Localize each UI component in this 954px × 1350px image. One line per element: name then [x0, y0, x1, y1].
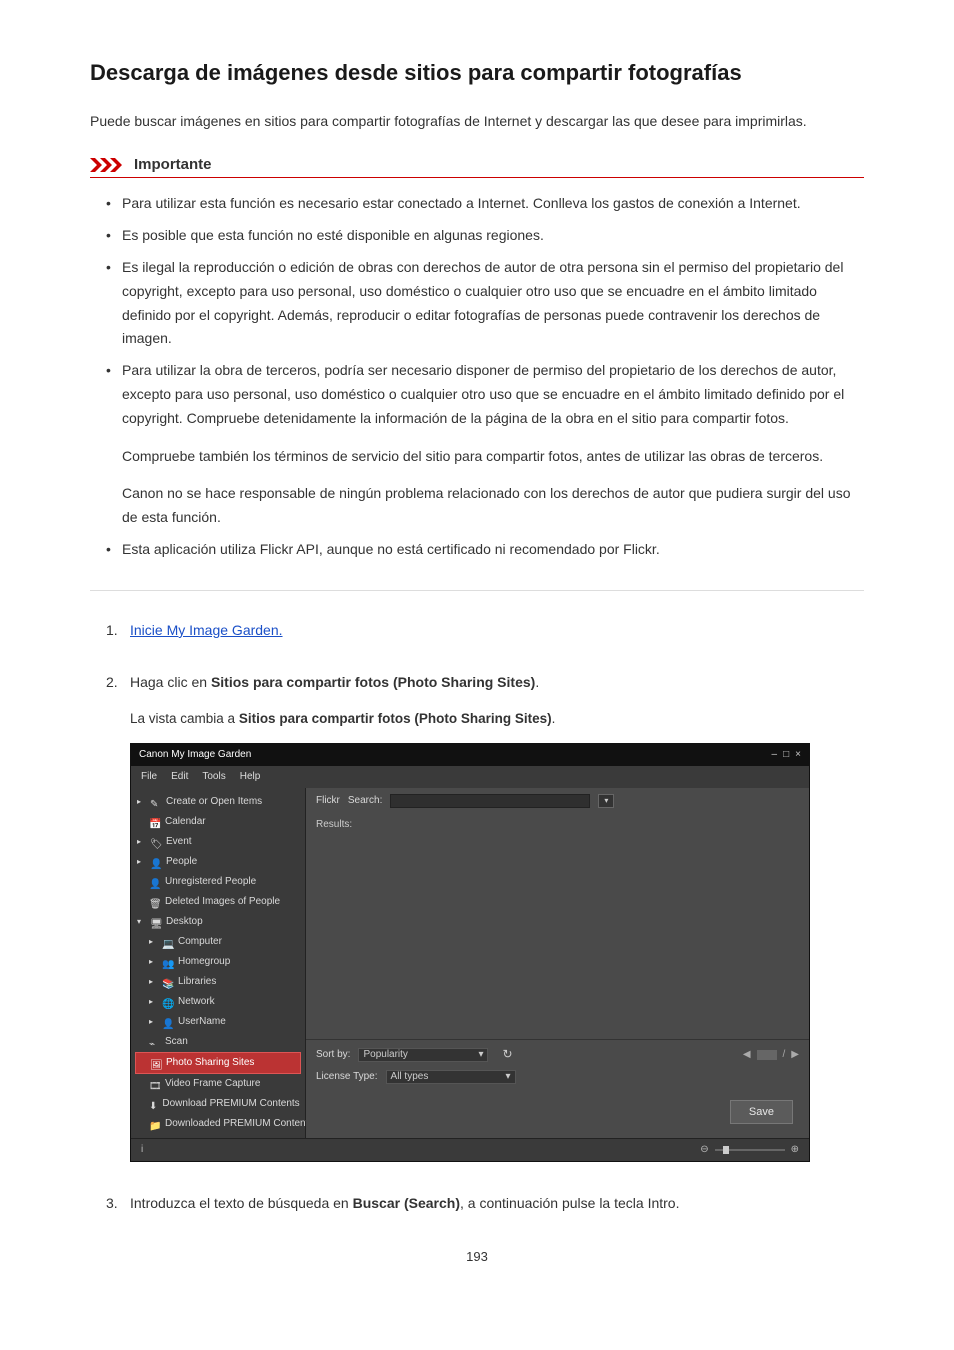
- event-icon: 🏷: [150, 837, 161, 848]
- sort-by-label: Sort by:: [316, 1047, 350, 1063]
- results-area: [306, 836, 809, 1039]
- important-subpara: Compruebe también los términos de servic…: [122, 445, 864, 469]
- sort-by-select[interactable]: Popularity▾: [358, 1048, 488, 1062]
- important-item: Para utilizar la obra de terceros, podrí…: [106, 359, 864, 530]
- intro-paragraph: Puede buscar imágenes en sitios para com…: [90, 110, 864, 132]
- tree-scan[interactable]: ⌁Scan: [131, 1032, 305, 1052]
- maximize-icon[interactable]: □: [783, 747, 789, 763]
- tree-homegroup[interactable]: ▸👥Homegroup: [131, 952, 305, 972]
- important-label: Importante: [134, 156, 212, 173]
- page-title: Descarga de imágenes desde sitios para c…: [90, 60, 864, 86]
- tree-computer[interactable]: ▸💻Computer: [131, 932, 305, 952]
- refresh-icon[interactable]: ↻: [502, 1045, 512, 1064]
- chevrons-icon: [90, 158, 126, 172]
- network-icon: 🌐: [162, 997, 173, 1008]
- download-icon: ⬇: [149, 1099, 157, 1110]
- zoom-slider[interactable]: [715, 1149, 785, 1151]
- create-icon: ✎: [150, 797, 161, 808]
- tree-event[interactable]: ▸🏷Event: [131, 832, 305, 852]
- important-item: Para utilizar esta función es necesario …: [106, 192, 864, 216]
- tree-username[interactable]: ▸👤UserName: [131, 1012, 305, 1032]
- zoom-in-icon[interactable]: ⊕: [791, 1142, 799, 1158]
- important-list: Para utilizar esta función es necesario …: [90, 192, 864, 590]
- sidebar: ▸✎Create or Open Items 📅Calendar ▸🏷Event…: [131, 788, 306, 1138]
- tree-unreg[interactable]: 👤Unregistered People: [131, 872, 305, 892]
- license-select[interactable]: All types▾: [386, 1070, 516, 1084]
- search-label: Search:: [348, 793, 382, 809]
- menu-help[interactable]: Help: [240, 769, 261, 785]
- provider-label: Flickr: [316, 793, 340, 809]
- menubar: File Edit Tools Help: [131, 766, 809, 788]
- tree-photo-sharing[interactable]: 🖼Photo Sharing Sites: [135, 1052, 301, 1074]
- step-2: Haga clic en Sitios para compartir fotos…: [106, 671, 864, 1162]
- homegroup-icon: 👥: [162, 957, 173, 968]
- people-icon: 👤: [150, 857, 161, 868]
- license-label: License Type:: [316, 1069, 378, 1085]
- calendar-icon: 📅: [149, 817, 160, 828]
- user-icon: 👤: [162, 1017, 173, 1028]
- deleted-icon: 🗑: [149, 897, 160, 908]
- libraries-icon: 📚: [162, 977, 173, 988]
- tree-calendar[interactable]: 📅Calendar: [131, 812, 305, 832]
- computer-icon: 💻: [162, 937, 173, 948]
- page-sep: /: [783, 1047, 786, 1063]
- page-number: 193: [90, 1249, 864, 1264]
- important-item: Es ilegal la reproducción o edición de o…: [106, 256, 864, 351]
- page-indicator: [757, 1050, 777, 1060]
- tree-dl-premium[interactable]: ⬇Download PREMIUM Contents: [131, 1094, 305, 1114]
- step-3: Introduzca el texto de búsqueda en Busca…: [106, 1192, 864, 1214]
- app-window: Canon My Image Garden – □ × File Edit To…: [130, 743, 810, 1162]
- app-title: Canon My Image Garden: [139, 747, 251, 763]
- tree-desktop[interactable]: ▾🖥Desktop: [131, 912, 305, 932]
- minimize-icon[interactable]: –: [772, 747, 778, 763]
- step-1: Inicie My Image Garden.: [106, 619, 864, 641]
- tree-deleted[interactable]: 🗑Deleted Images of People: [131, 892, 305, 912]
- save-button[interactable]: Save: [730, 1100, 793, 1124]
- search-dropdown[interactable]: ▾: [598, 794, 614, 808]
- unreg-icon: 👤: [149, 877, 160, 888]
- video-icon: 🎞: [149, 1079, 160, 1090]
- zoom-out-icon[interactable]: ⊖: [700, 1142, 708, 1158]
- prev-page-icon[interactable]: ◀: [743, 1047, 751, 1063]
- important-item: Es posible que esta función no esté disp…: [106, 224, 864, 248]
- downloaded-icon: 📁: [149, 1119, 160, 1130]
- tree-libraries[interactable]: ▸📚Libraries: [131, 972, 305, 992]
- important-item: Esta aplicación utiliza Flickr API, aunq…: [106, 538, 864, 562]
- statusbar: i ⊖ ⊕: [131, 1138, 809, 1161]
- start-mig-link[interactable]: Inicie My Image Garden.: [130, 622, 283, 638]
- next-page-icon[interactable]: ▶: [791, 1047, 799, 1063]
- important-subpara: Canon no se hace responsable de ningún p…: [122, 482, 864, 530]
- step-2-sub: La vista cambia a Sitios para compartir …: [130, 708, 864, 730]
- photo-sharing-icon: 🖼: [150, 1058, 161, 1069]
- menu-tools[interactable]: Tools: [202, 769, 225, 785]
- close-icon[interactable]: ×: [795, 747, 801, 763]
- tree-create[interactable]: ▸✎Create or Open Items: [131, 792, 305, 812]
- tree-people[interactable]: ▸👤People: [131, 852, 305, 872]
- titlebar: Canon My Image Garden – □ ×: [131, 744, 809, 766]
- tree-video[interactable]: 🎞Video Frame Capture: [131, 1074, 305, 1094]
- tree-network[interactable]: ▸🌐Network: [131, 992, 305, 1012]
- steps-list: Inicie My Image Garden. Haga clic en Sit…: [90, 619, 864, 1215]
- main-panel: Flickr Search: ▾ Results: Sort by: Popul…: [306, 788, 809, 1138]
- desktop-icon: 🖥: [150, 917, 161, 928]
- search-input[interactable]: [390, 794, 590, 808]
- results-label: Results:: [306, 814, 809, 836]
- important-header: Importante: [90, 156, 864, 178]
- menu-file[interactable]: File: [141, 769, 157, 785]
- info-icon[interactable]: i: [141, 1142, 143, 1158]
- menu-edit[interactable]: Edit: [171, 769, 188, 785]
- tree-dled-premium[interactable]: 📁Downloaded PREMIUM Contents: [131, 1114, 305, 1134]
- scan-icon: ⌁: [149, 1037, 160, 1048]
